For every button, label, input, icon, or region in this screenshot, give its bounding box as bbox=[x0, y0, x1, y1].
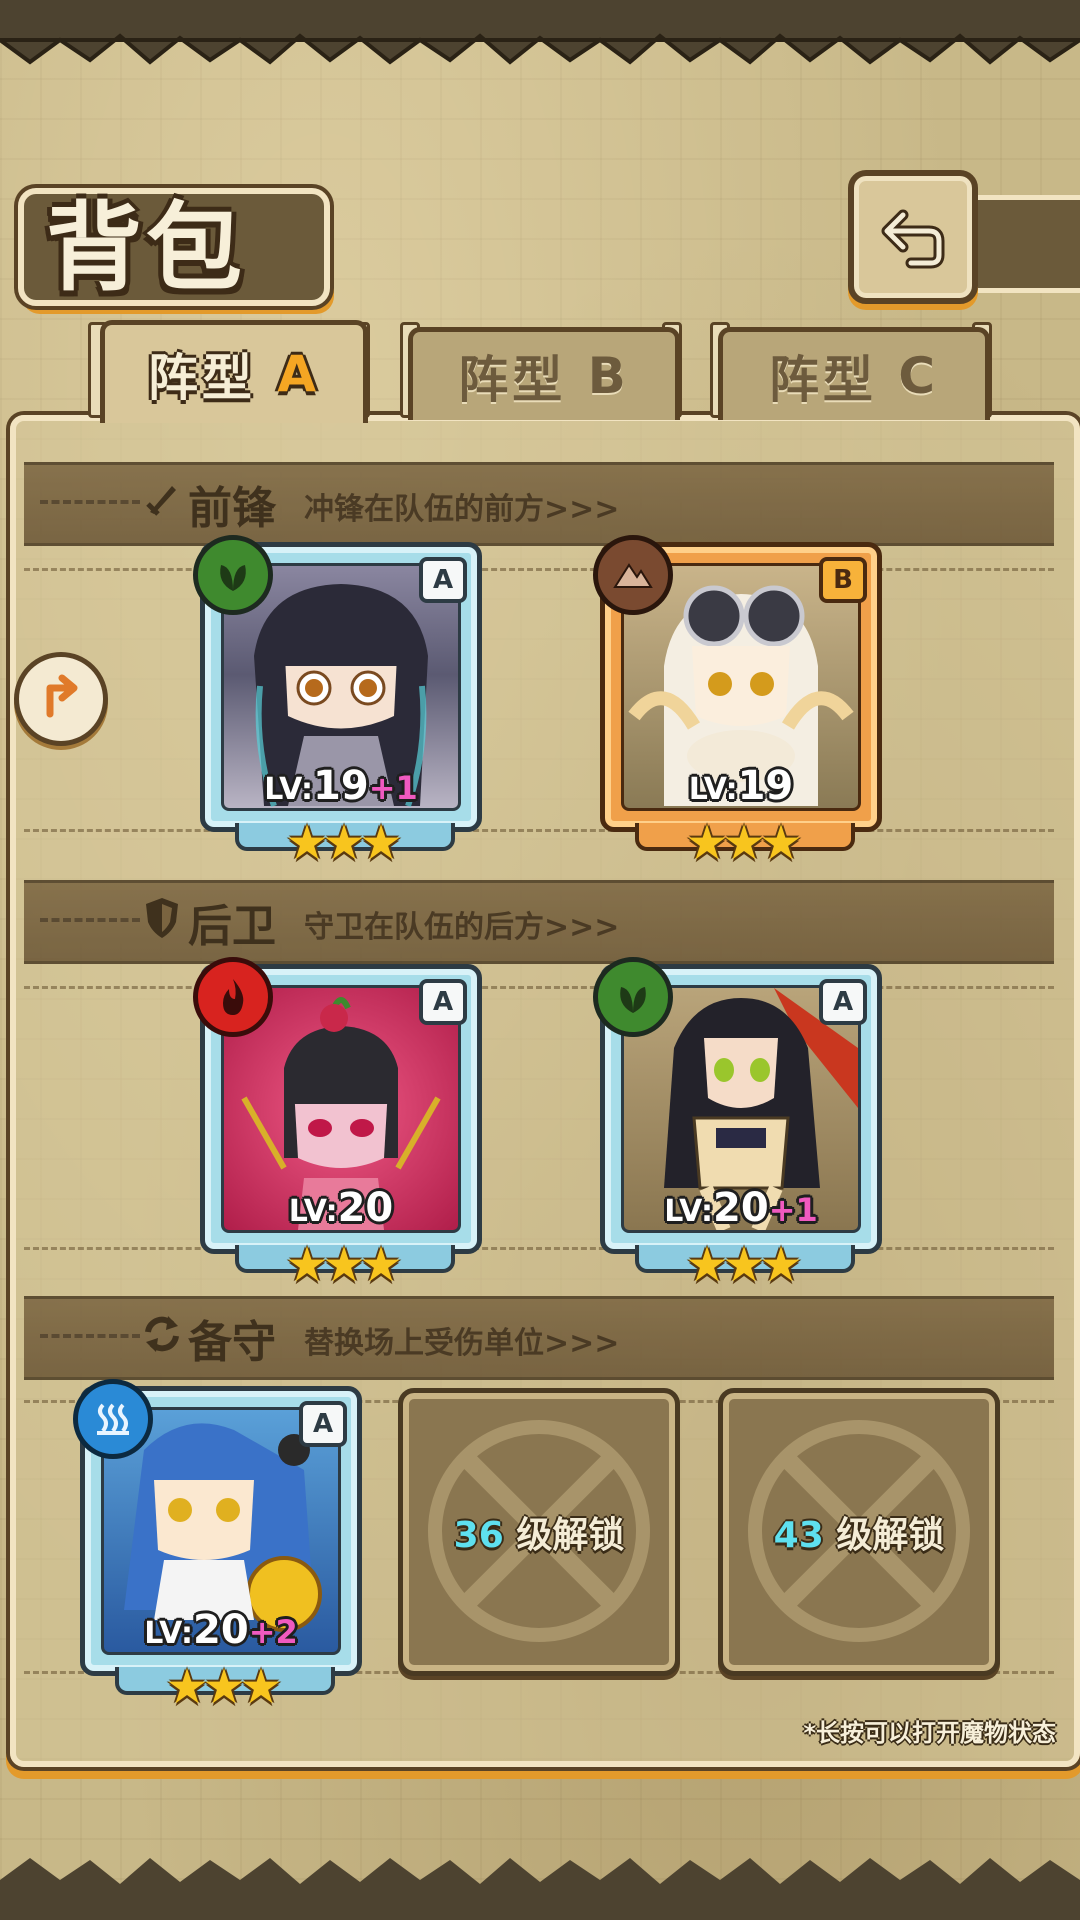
rank-badge: A bbox=[819, 979, 867, 1025]
section-subtitle-reserve: 替换场上受伤单位>>> bbox=[304, 1326, 620, 1361]
section-title-back: 后卫 bbox=[188, 901, 276, 952]
unit-level: LV:20 bbox=[205, 1185, 477, 1231]
mountain-icon bbox=[613, 563, 653, 588]
unlock-level: 36 bbox=[453, 1515, 504, 1556]
dash-decoration bbox=[40, 500, 140, 504]
level-value: 20 bbox=[337, 1185, 394, 1231]
level-label: LV: bbox=[664, 1194, 714, 1229]
row-band bbox=[24, 986, 1054, 1250]
star-rating: ★★★ bbox=[165, 1659, 282, 1715]
tab-label: 阵型 bbox=[458, 351, 567, 409]
level-value: 20 bbox=[193, 1607, 249, 1653]
locked-slot-1[interactable]: 36 级解锁 bbox=[398, 1388, 680, 1676]
unlock-level: 43 bbox=[773, 1515, 824, 1556]
sword-icon bbox=[146, 486, 176, 516]
back-arrow-icon bbox=[881, 209, 945, 269]
dash-decoration bbox=[40, 918, 140, 922]
tab-letter: C bbox=[898, 347, 940, 405]
unit-card-back-2[interactable]: A LV:20+1 ★★★ bbox=[593, 957, 882, 1293]
unlock-requirement: 36 级解锁 bbox=[454, 1506, 625, 1558]
tab-formation-a[interactable]: 阵型 A bbox=[100, 320, 368, 423]
bottom-border-decoration bbox=[0, 1858, 1080, 1920]
rank-badge: A bbox=[419, 979, 467, 1025]
section-title-front: 前锋 bbox=[188, 483, 276, 534]
tab-label: 阵型 bbox=[768, 351, 877, 409]
section-subtitle-back: 守卫在队伍的后方>>> bbox=[304, 910, 620, 945]
page-title: 背包 bbox=[46, 191, 246, 304]
element-badge bbox=[73, 1379, 153, 1459]
tab-formation-c[interactable]: 阵型 C bbox=[718, 327, 990, 420]
fire-icon bbox=[223, 979, 244, 1015]
unit-card-reserve-1[interactable]: A LV:20+2 ★★★ bbox=[73, 1379, 362, 1715]
locked-slot-2[interactable]: 43 级解锁 bbox=[718, 1388, 1000, 1676]
header-strip bbox=[960, 195, 1080, 293]
unit-card-back-1[interactable]: A LV:20 ★★★ bbox=[193, 957, 482, 1293]
rank-badge: A bbox=[299, 1401, 347, 1447]
element-badge bbox=[193, 957, 273, 1037]
section-title-reserve: 备守 bbox=[188, 1317, 276, 1368]
level-value: 19 bbox=[313, 763, 369, 809]
unit-card-front-1[interactable]: A LV:19+1 ★★★ bbox=[193, 535, 482, 871]
level-label: LV: bbox=[144, 1616, 194, 1651]
tab-letter: A bbox=[277, 345, 321, 403]
section-subtitle-front: 冲锋在队伍的前方>>> bbox=[304, 492, 620, 527]
element-badge bbox=[593, 957, 673, 1037]
unlock-label: 级解锁 bbox=[516, 1515, 625, 1556]
dash-decoration bbox=[40, 1334, 140, 1338]
level-label: LV: bbox=[264, 772, 314, 807]
rank-badge: A bbox=[419, 557, 467, 603]
top-border-decoration bbox=[0, 0, 1080, 65]
unlock-label: 级解锁 bbox=[836, 1515, 945, 1556]
level-value: 19 bbox=[737, 763, 794, 809]
star-rating: ★★★ bbox=[685, 1237, 802, 1293]
unit-card-front-2[interactable]: B LV:19 ★★★ bbox=[593, 535, 882, 871]
tab-label: 阵型 bbox=[147, 349, 256, 407]
long-press-hint: *长按可以打开魔物状态 bbox=[803, 1719, 1056, 1747]
unit-level: LV:19+1 bbox=[205, 763, 477, 809]
star-rating: ★★★ bbox=[285, 815, 402, 871]
leaf-icon bbox=[220, 565, 246, 591]
shield-icon bbox=[146, 898, 178, 938]
water-icon bbox=[97, 1403, 129, 1435]
level-bonus: +2 bbox=[248, 1613, 298, 1651]
unit-level: LV:20+2 bbox=[85, 1607, 357, 1653]
back-button[interactable] bbox=[848, 170, 978, 304]
unlock-requirement: 43 级解锁 bbox=[774, 1506, 945, 1558]
unit-level: LV:19 bbox=[605, 763, 877, 809]
element-badge bbox=[193, 535, 273, 615]
star-rating: ★★★ bbox=[685, 815, 802, 871]
leaf-icon bbox=[620, 987, 646, 1013]
element-badge bbox=[593, 535, 673, 615]
tab-letter: B bbox=[587, 347, 630, 405]
level-label: LV: bbox=[688, 772, 738, 807]
level-label: LV: bbox=[288, 1194, 338, 1229]
swap-icon bbox=[145, 1316, 179, 1352]
rank-badge: B bbox=[819, 557, 867, 603]
tab-formation-b[interactable]: 阵型 B bbox=[408, 327, 680, 420]
unit-level: LV:20+1 bbox=[605, 1185, 877, 1231]
row-band bbox=[24, 568, 1054, 832]
level-value: 20 bbox=[713, 1185, 769, 1231]
star-rating: ★★★ bbox=[285, 1237, 402, 1293]
level-bonus: +1 bbox=[368, 769, 418, 807]
level-bonus: +1 bbox=[768, 1191, 818, 1229]
